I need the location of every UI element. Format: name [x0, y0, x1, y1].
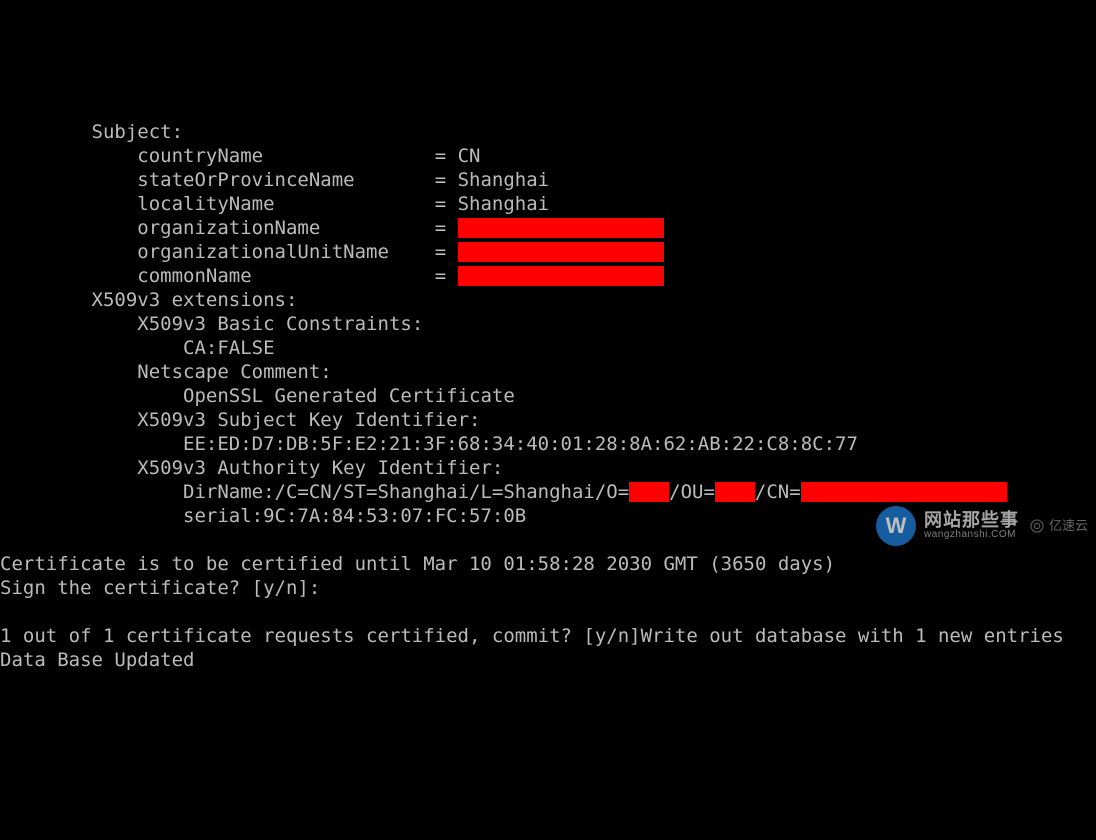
netscape-value: OpenSSL Generated Certificate: [0, 385, 515, 407]
basic-constraints-value: CA:FALSE: [0, 337, 275, 359]
redaction-organizationalUnitName: [458, 242, 664, 262]
yisu-text: 亿速云: [1049, 514, 1088, 538]
basic-constraints-label: X509v3 Basic Constraints:: [0, 313, 423, 335]
redaction-organizationName: [458, 218, 664, 238]
subject-organizationName: organizationName =: [0, 217, 664, 239]
terminal-output: Subject: countryName = CN stateOrProvinc…: [0, 96, 1096, 672]
ski-label: X509v3 Subject Key Identifier:: [0, 409, 480, 431]
subject-commonName: commonName =: [0, 265, 664, 287]
aki-serial: serial:9C:7A:84:53:07:FC:57:0B: [0, 505, 526, 527]
db-updated-line: Data Base Updated: [0, 649, 194, 671]
brand-en: wangzhanshi.COM: [924, 530, 1019, 541]
redaction-aki-CN: [801, 482, 1007, 502]
aki-label: X509v3 Authority Key Identifier:: [0, 457, 503, 479]
redaction-commonName: [458, 266, 664, 286]
cloud-icon: [1029, 518, 1045, 534]
sign-prompt[interactable]: Sign the certificate? [y/n]:: [0, 577, 320, 599]
netscape-label: Netscape Comment:: [0, 361, 332, 383]
subject-countryName: countryName = CN: [0, 145, 480, 167]
redaction-aki-O: [629, 482, 669, 502]
subject-localityName: localityName = Shanghai: [0, 193, 549, 215]
subject-header: Subject:: [0, 121, 183, 143]
cert-until-line: Certificate is to be certified until Mar…: [0, 553, 835, 575]
aki-dirname: DirName:/C=CN/ST=Shanghai/L=Shanghai/O= …: [0, 481, 1007, 503]
commit-line[interactable]: 1 out of 1 certificate requests certifie…: [0, 625, 1064, 647]
brand-logo-icon: W: [876, 506, 916, 546]
subject-organizationalUnitName: organizationalUnitName =: [0, 241, 664, 263]
redaction-aki-OU: [715, 482, 755, 502]
ski-value: EE:ED:D7:DB:5F:E2:21:3F:68:34:40:01:28:8…: [0, 433, 858, 455]
secondary-watermark: 亿速云: [1029, 514, 1088, 538]
brand-text: 网站那些事 wangzhanshi.COM: [924, 511, 1019, 540]
brand-cn: 网站那些事: [924, 511, 1019, 530]
ext-header: X509v3 extensions:: [0, 289, 297, 311]
subject-stateOrProvinceName: stateOrProvinceName = Shanghai: [0, 169, 549, 191]
watermark-strip: W 网站那些事 wangzhanshi.COM 亿速云: [876, 506, 1088, 546]
